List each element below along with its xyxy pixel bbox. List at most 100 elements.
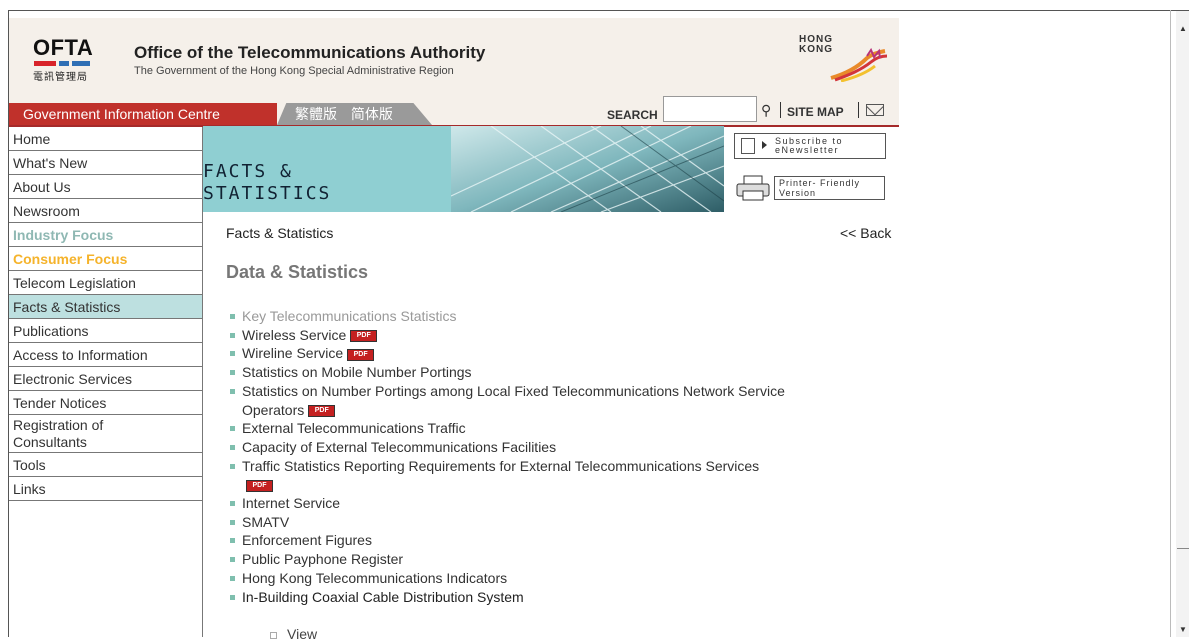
list-item[interactable]: External Telecommunications Traffic [230, 419, 802, 438]
list-item[interactable]: Statistics on Mobile Number Portings [230, 363, 802, 382]
subscribe-label-line2: eNewsletter [775, 145, 840, 155]
sidebar-item-industry-focus[interactable]: Industry Focus [9, 223, 202, 247]
list-item[interactable]: Key Telecommunications Statistics [230, 307, 802, 326]
printer-icon [736, 175, 770, 201]
bullet-icon [230, 444, 235, 450]
ofta-logo-chinese: 電訊管理局 [33, 72, 88, 83]
newsletter-icon [741, 138, 755, 154]
link-external-traffic[interactable]: External Telecommunications Traffic [242, 420, 466, 436]
list-item[interactable]: Wireline Service PDF [230, 344, 802, 363]
divider [780, 102, 781, 118]
printer-friendly-button[interactable]: Printer- Friendly Version [734, 174, 886, 202]
traditional-chinese-link[interactable]: 繁體版 [295, 106, 337, 122]
bullet-icon [230, 370, 235, 376]
bullet-icon [230, 594, 235, 600]
top-navigation-bar: Government Information Centre 繁體版 简体版 SE… [9, 96, 899, 127]
list-item[interactable]: Wireless Service PDF [230, 326, 802, 345]
bullet-icon [230, 314, 235, 319]
gic-link[interactable]: Government Information Centre [9, 103, 277, 125]
list-item[interactable]: Hong Kong Telecommunications Indicators [230, 569, 802, 588]
bullet-icon [230, 426, 235, 432]
link-internet-service[interactable]: Internet Service [242, 495, 340, 511]
mail-icon[interactable] [866, 104, 884, 116]
banner-title-line2: STATISTICS [203, 183, 332, 204]
ofta-logo-text: OFTA [33, 35, 94, 60]
list-item[interactable]: Statistics on Number Portings among Loca… [230, 382, 802, 419]
bullet-icon [230, 501, 235, 507]
window-frame-top [0, 0, 1189, 11]
pdf-icon[interactable]: PDF [308, 404, 336, 417]
list-item[interactable]: In-Building Coaxial Cable Distribution S… [230, 588, 802, 607]
statistics-link-list: Key Telecommunications Statistics Wirele… [230, 307, 802, 606]
scroll-down-icon[interactable]: ▼ [1179, 625, 1187, 634]
square-bullet-icon [270, 631, 277, 639]
sidebar-item-whats-new[interactable]: What's New [9, 151, 202, 175]
language-tabs: 繁體版 简体版 [277, 103, 432, 125]
sidebar-item-home[interactable]: Home [9, 127, 202, 151]
back-link[interactable]: << Back [840, 225, 891, 241]
breadcrumb: Facts & Statistics [226, 225, 334, 241]
sitemap-link[interactable]: SITE MAP [787, 105, 844, 119]
ofta-logo[interactable]: OFTA 電訊管理局 [33, 35, 94, 84]
sub-link-view[interactable]: View [270, 626, 317, 642]
sidebar-item-access-to-information[interactable]: Access to Information [9, 343, 202, 367]
link-in-building-coaxial-cable[interactable]: In-Building Coaxial Cable Distribution S… [242, 589, 524, 605]
sidebar-item-publications[interactable]: Publications [9, 319, 202, 343]
sidebar-item-electronic-services[interactable]: Electronic Services [9, 367, 202, 391]
subscribe-enewsletter-button[interactable]: Subscribe to eNewsletter [734, 133, 886, 159]
list-item[interactable]: Internet Service [230, 494, 802, 513]
search-input[interactable] [663, 96, 757, 122]
link-wireless-service[interactable]: Wireless Service [242, 327, 346, 343]
link-smatv[interactable]: SMATV [242, 514, 289, 530]
sidebar-item-telecom-legislation[interactable]: Telecom Legislation [9, 271, 202, 295]
sidebar-item-registration-of-consultants[interactable]: Registration of Consultants [9, 415, 202, 453]
sidebar-nav: Home What's New About Us Newsroom Indust… [9, 127, 203, 637]
list-item[interactable]: Capacity of External Telecommunications … [230, 438, 802, 457]
window-frame-left [0, 10, 9, 637]
bullet-icon [230, 519, 235, 525]
list-item[interactable]: Traffic Statistics Reporting Requirement… [230, 457, 762, 494]
printer-label-line1: Printer- Friendly [779, 178, 861, 188]
pdf-icon[interactable]: PDF [246, 479, 273, 492]
bullet-icon [230, 332, 235, 338]
sidebar-item-tools[interactable]: Tools [9, 453, 202, 477]
link-wireline-service[interactable]: Wireline Service [242, 345, 343, 361]
link-external-facilities-capacity[interactable]: Capacity of External Telecommunications … [242, 439, 556, 455]
sidebar-item-facts-statistics[interactable]: Facts & Statistics [9, 295, 202, 319]
link-mobile-number-portings[interactable]: Statistics on Mobile Number Portings [242, 364, 472, 380]
simplified-chinese-link[interactable]: 简体版 [351, 106, 393, 122]
bullet-icon [230, 557, 235, 563]
printer-label-line2: Version [779, 188, 817, 198]
site-header: OFTA 電訊管理局 Office of the Telecommunicati… [9, 18, 899, 100]
dragon-icon [830, 48, 888, 82]
sidebar-item-links[interactable]: Links [9, 477, 202, 501]
vertical-scrollbar[interactable] [1176, 11, 1189, 637]
link-key-telecom-statistics[interactable]: Key Telecommunications Statistics [242, 308, 457, 324]
sidebar-item-newsroom[interactable]: Newsroom [9, 199, 202, 223]
link-enforcement-figures[interactable]: Enforcement Figures [242, 532, 372, 548]
list-item[interactable]: SMATV [230, 513, 802, 532]
subscribe-label: Subscribe to eNewsletter [775, 137, 843, 155]
pdf-icon[interactable]: PDF [350, 330, 378, 342]
sidebar-item-about-us[interactable]: About Us [9, 175, 202, 199]
window-frame-right [1170, 10, 1171, 637]
bullet-icon [230, 351, 235, 357]
scroll-up-icon[interactable]: ▲ [1179, 24, 1187, 33]
printer-friendly-label: Printer- Friendly Version [774, 176, 885, 200]
org-title: Office of the Telecommunications Authori… [134, 43, 486, 62]
link-hk-telecom-indicators[interactable]: Hong Kong Telecommunications Indicators [242, 570, 507, 586]
sidebar-item-consumer-focus[interactable]: Consumer Focus [9, 247, 202, 271]
link-traffic-reporting-requirements[interactable]: Traffic Statistics Reporting Requirement… [242, 458, 759, 474]
search-label: SEARCH [607, 108, 658, 122]
ofta-logo-bars [34, 61, 93, 66]
sidebar-item-tender-notices[interactable]: Tender Notices [9, 391, 202, 415]
pdf-icon[interactable]: PDF [347, 348, 375, 361]
scrollbar-thumb-edge[interactable] [1177, 548, 1189, 549]
list-item[interactable]: Public Payphone Register [230, 550, 802, 569]
search-icon[interactable]: ⚲ [761, 102, 771, 119]
list-item[interactable]: Enforcement Figures [230, 531, 802, 550]
banner-title-line1: FACTS & [203, 161, 293, 182]
arrow-right-icon [762, 141, 767, 149]
link-public-payphone-register[interactable]: Public Payphone Register [242, 551, 403, 567]
org-subtitle: The Government of the Hong Kong Special … [134, 65, 454, 77]
